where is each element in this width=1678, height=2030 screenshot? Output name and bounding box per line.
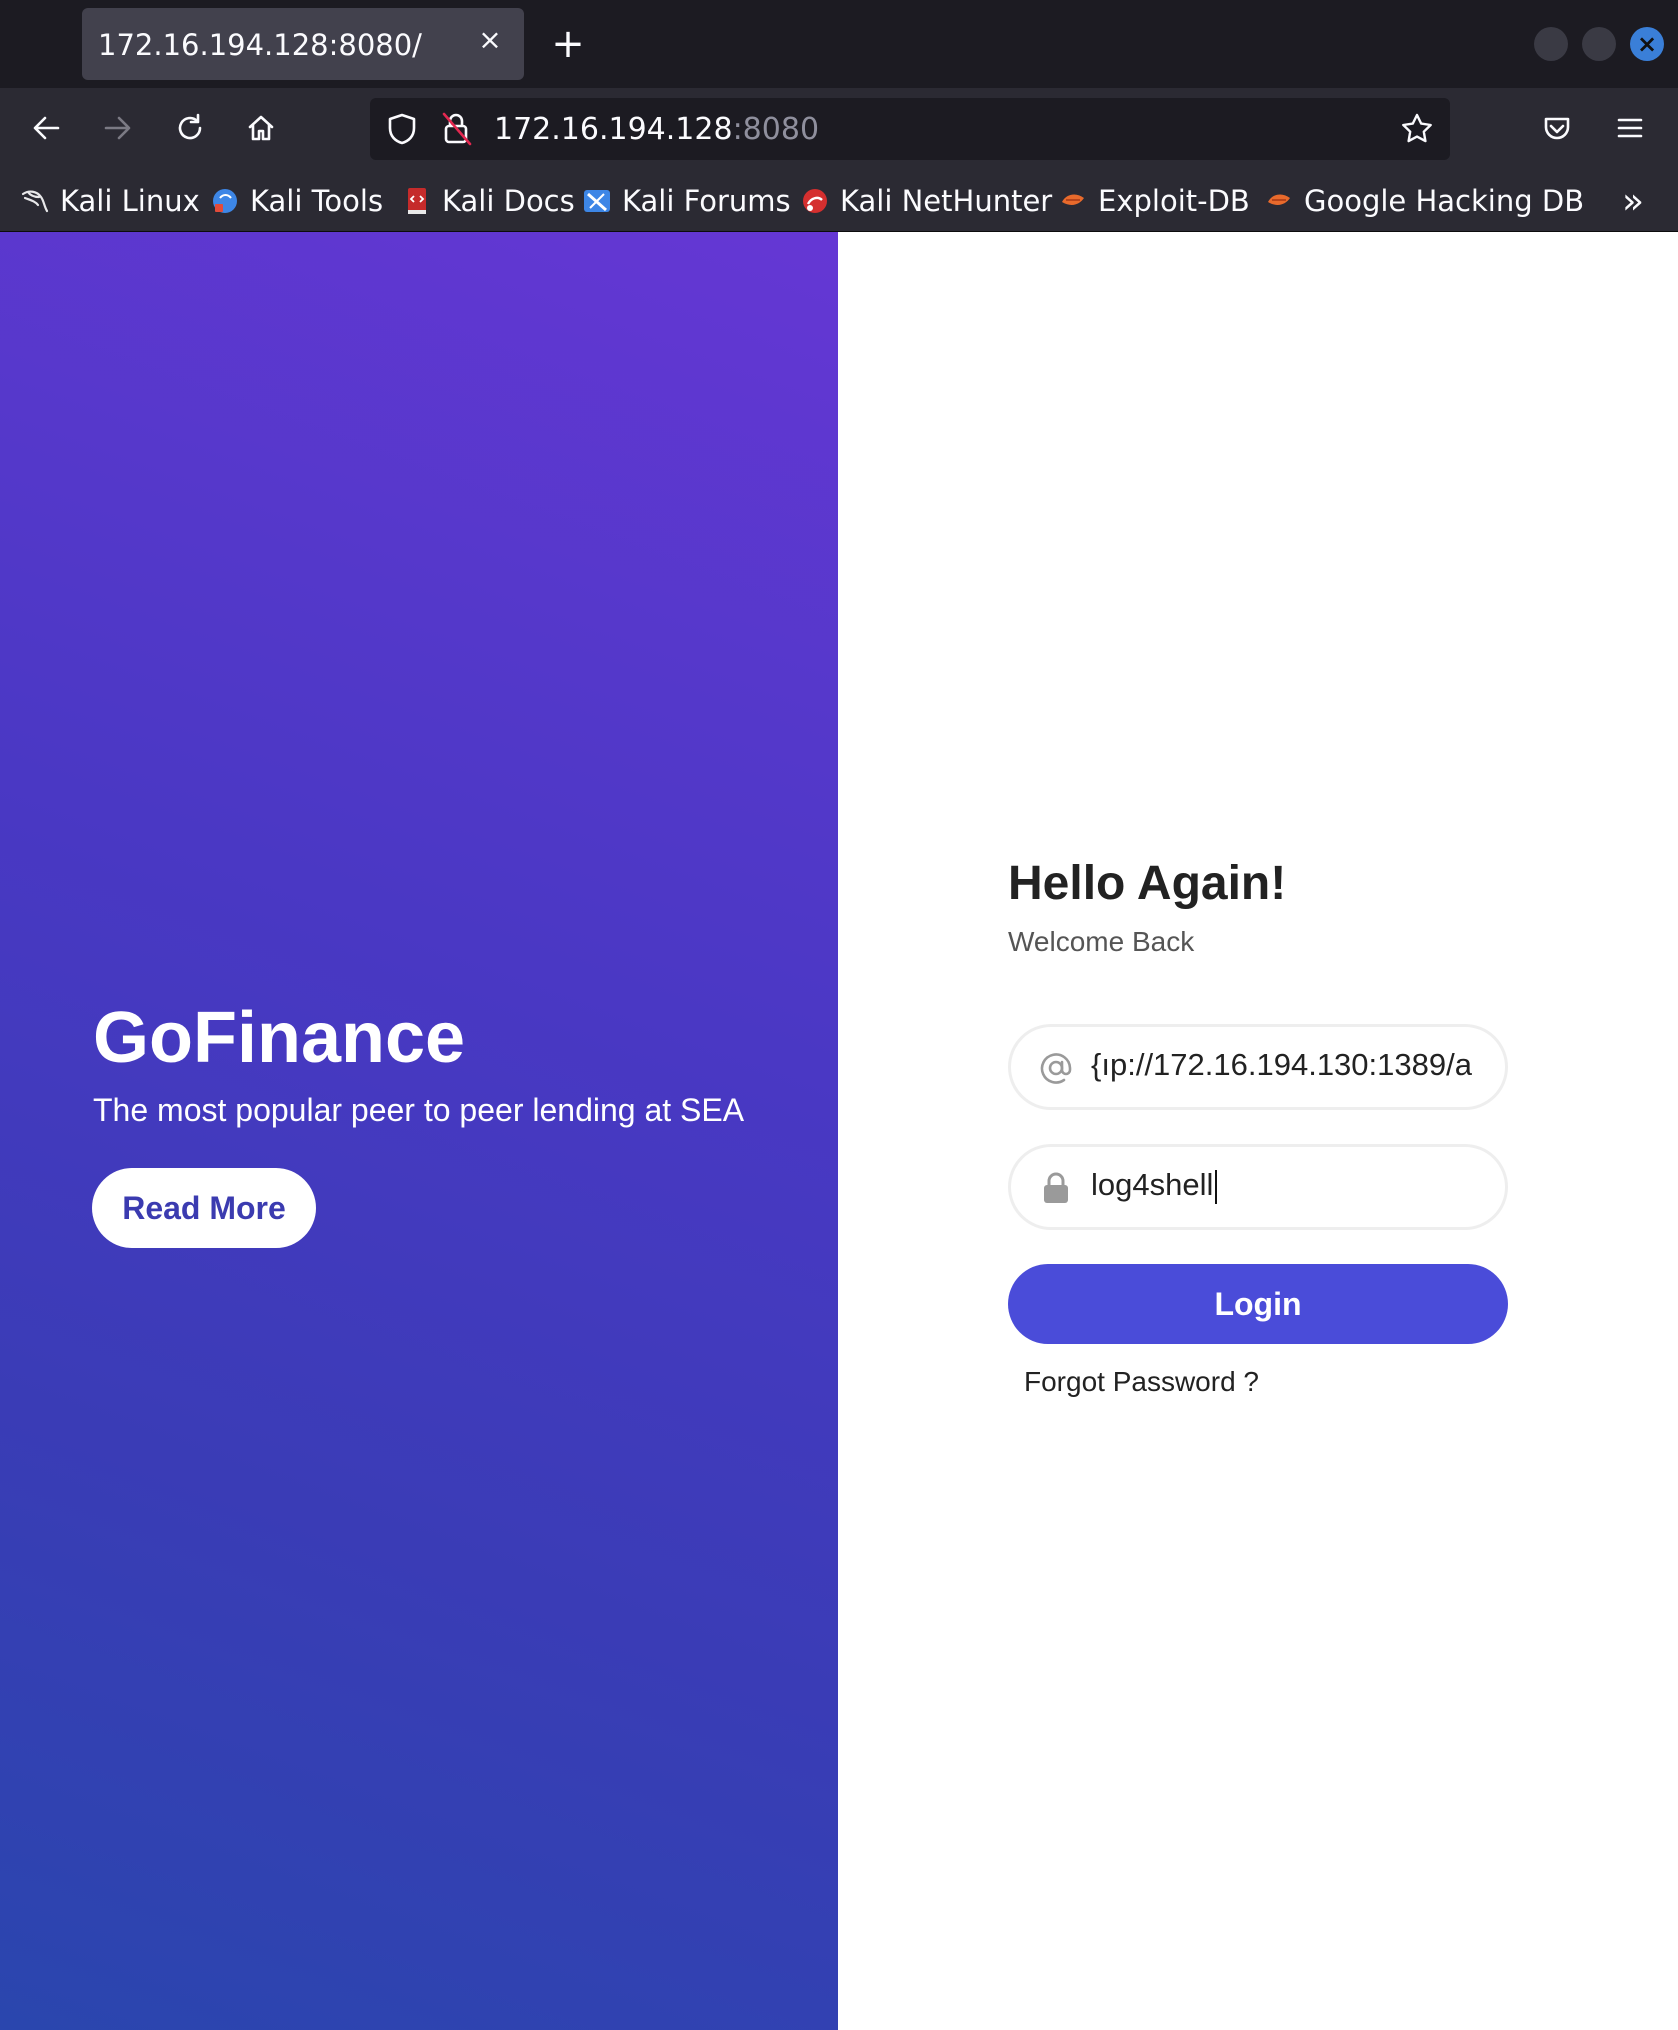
bookmark-kali-linux[interactable]: Kali Linux xyxy=(20,182,200,220)
bookmark-google-hacking-db[interactable]: Google Hacking DB xyxy=(1264,182,1584,220)
tab-title: 172.16.194.128:8080/ xyxy=(98,28,422,62)
email-input[interactable]: ıp://172.16.194.130:1389/a} xyxy=(1091,1047,1479,1087)
bookmark-label: Exploit-DB xyxy=(1098,184,1250,218)
reload-icon xyxy=(178,113,202,140)
password-text: log4shell xyxy=(1091,1167,1214,1202)
browser-tab-active[interactable]: 172.16.194.128:8080/ × xyxy=(82,8,524,80)
kali-dragon-icon xyxy=(20,186,50,216)
url-port: :8080 xyxy=(732,112,820,147)
kali-forums-icon xyxy=(582,186,612,216)
maximize-window-icon[interactable] xyxy=(1582,27,1616,61)
home-icon xyxy=(248,115,274,141)
login-heading: Hello Again! xyxy=(1008,857,1287,910)
forward-arrow-icon xyxy=(104,116,131,140)
bookmark-label: Kali Forums xyxy=(622,184,791,218)
login-subheading: Welcome Back xyxy=(1008,926,1195,957)
bookmark-kali-nethunter[interactable]: Kali NetHunter xyxy=(800,182,1052,220)
kali-nethunter-icon xyxy=(800,186,830,216)
brand-title: GoFinance xyxy=(93,998,466,1078)
url-text[interactable]: 172.16.194.128:8080 xyxy=(494,112,819,147)
back-button[interactable] xyxy=(22,104,70,152)
tracking-protection-shield-icon[interactable] xyxy=(386,112,418,146)
bookmark-label: Kali NetHunter xyxy=(840,184,1053,218)
bookmarks-toolbar: Kali Linux Kali Tools Kali Docs Kali For… xyxy=(0,170,1678,232)
ghdb-icon xyxy=(1264,186,1294,216)
bookmark-kali-forums[interactable]: Kali Forums xyxy=(582,182,791,220)
home-button[interactable] xyxy=(237,104,285,152)
bookmark-label: Kali Docs xyxy=(442,184,575,218)
bookmark-label: Kali Linux xyxy=(60,184,200,218)
close-window-icon[interactable]: × xyxy=(1630,27,1664,61)
page-viewport: GoFinance The most popular peer to peer … xyxy=(0,232,1678,2030)
at-sign-icon xyxy=(1037,1049,1075,1087)
hamburger-menu-icon xyxy=(1617,118,1643,138)
text-caret xyxy=(1215,1169,1218,1204)
reload-button[interactable] xyxy=(166,104,214,152)
login-button[interactable]: Login xyxy=(1008,1264,1508,1344)
pocket-icon xyxy=(1544,117,1570,140)
insecure-connection-lock-icon[interactable] xyxy=(440,110,472,148)
tab-close-icon[interactable]: × xyxy=(474,24,506,56)
read-more-button[interactable]: Read More xyxy=(92,1168,316,1248)
exploit-db-icon xyxy=(1058,186,1088,216)
pocket-button[interactable] xyxy=(1533,104,1581,152)
kali-docs-icon xyxy=(402,186,432,216)
login-form: Hello Again! Welcome Back ıp://172.16.19… xyxy=(1008,232,1508,2030)
lock-icon xyxy=(1037,1169,1075,1207)
back-arrow-icon xyxy=(33,116,60,140)
bookmark-exploit-db[interactable]: Exploit-DB xyxy=(1058,182,1250,220)
email-field[interactable]: ıp://172.16.194.130:1389/a} xyxy=(1008,1024,1508,1110)
bookmark-star-icon[interactable] xyxy=(1400,112,1434,146)
brand-tagline: The most popular peer to peer lending at… xyxy=(93,1092,745,1128)
bookmark-kali-docs[interactable]: Kali Docs xyxy=(402,182,575,220)
navigation-toolbar: 172.16.194.128:8080 xyxy=(0,88,1678,170)
password-field[interactable]: log4shell xyxy=(1008,1144,1508,1230)
forward-button[interactable] xyxy=(94,104,142,152)
new-tab-icon[interactable]: + xyxy=(546,22,590,66)
bookmarks-overflow-chevron-icon[interactable]: » xyxy=(1622,181,1644,222)
minimize-window-icon[interactable] xyxy=(1534,27,1568,61)
kali-tools-icon xyxy=(210,186,240,216)
url-host: 172.16.194.128 xyxy=(494,112,733,147)
tab-strip: 172.16.194.128:8080/ × + × xyxy=(0,0,1678,88)
bookmark-label: Kali Tools xyxy=(250,184,384,218)
hero-panel: GoFinance The most popular peer to peer … xyxy=(0,232,838,2030)
password-input[interactable]: log4shell xyxy=(1091,1167,1479,1207)
url-bar[interactable]: 172.16.194.128:8080 xyxy=(370,98,1450,160)
bookmark-kali-tools[interactable]: Kali Tools xyxy=(210,182,383,220)
app-menu-button[interactable] xyxy=(1606,104,1654,152)
forgot-password-link[interactable]: Forgot Password ? xyxy=(1024,1366,1259,1398)
bookmark-label: Google Hacking DB xyxy=(1304,184,1585,218)
